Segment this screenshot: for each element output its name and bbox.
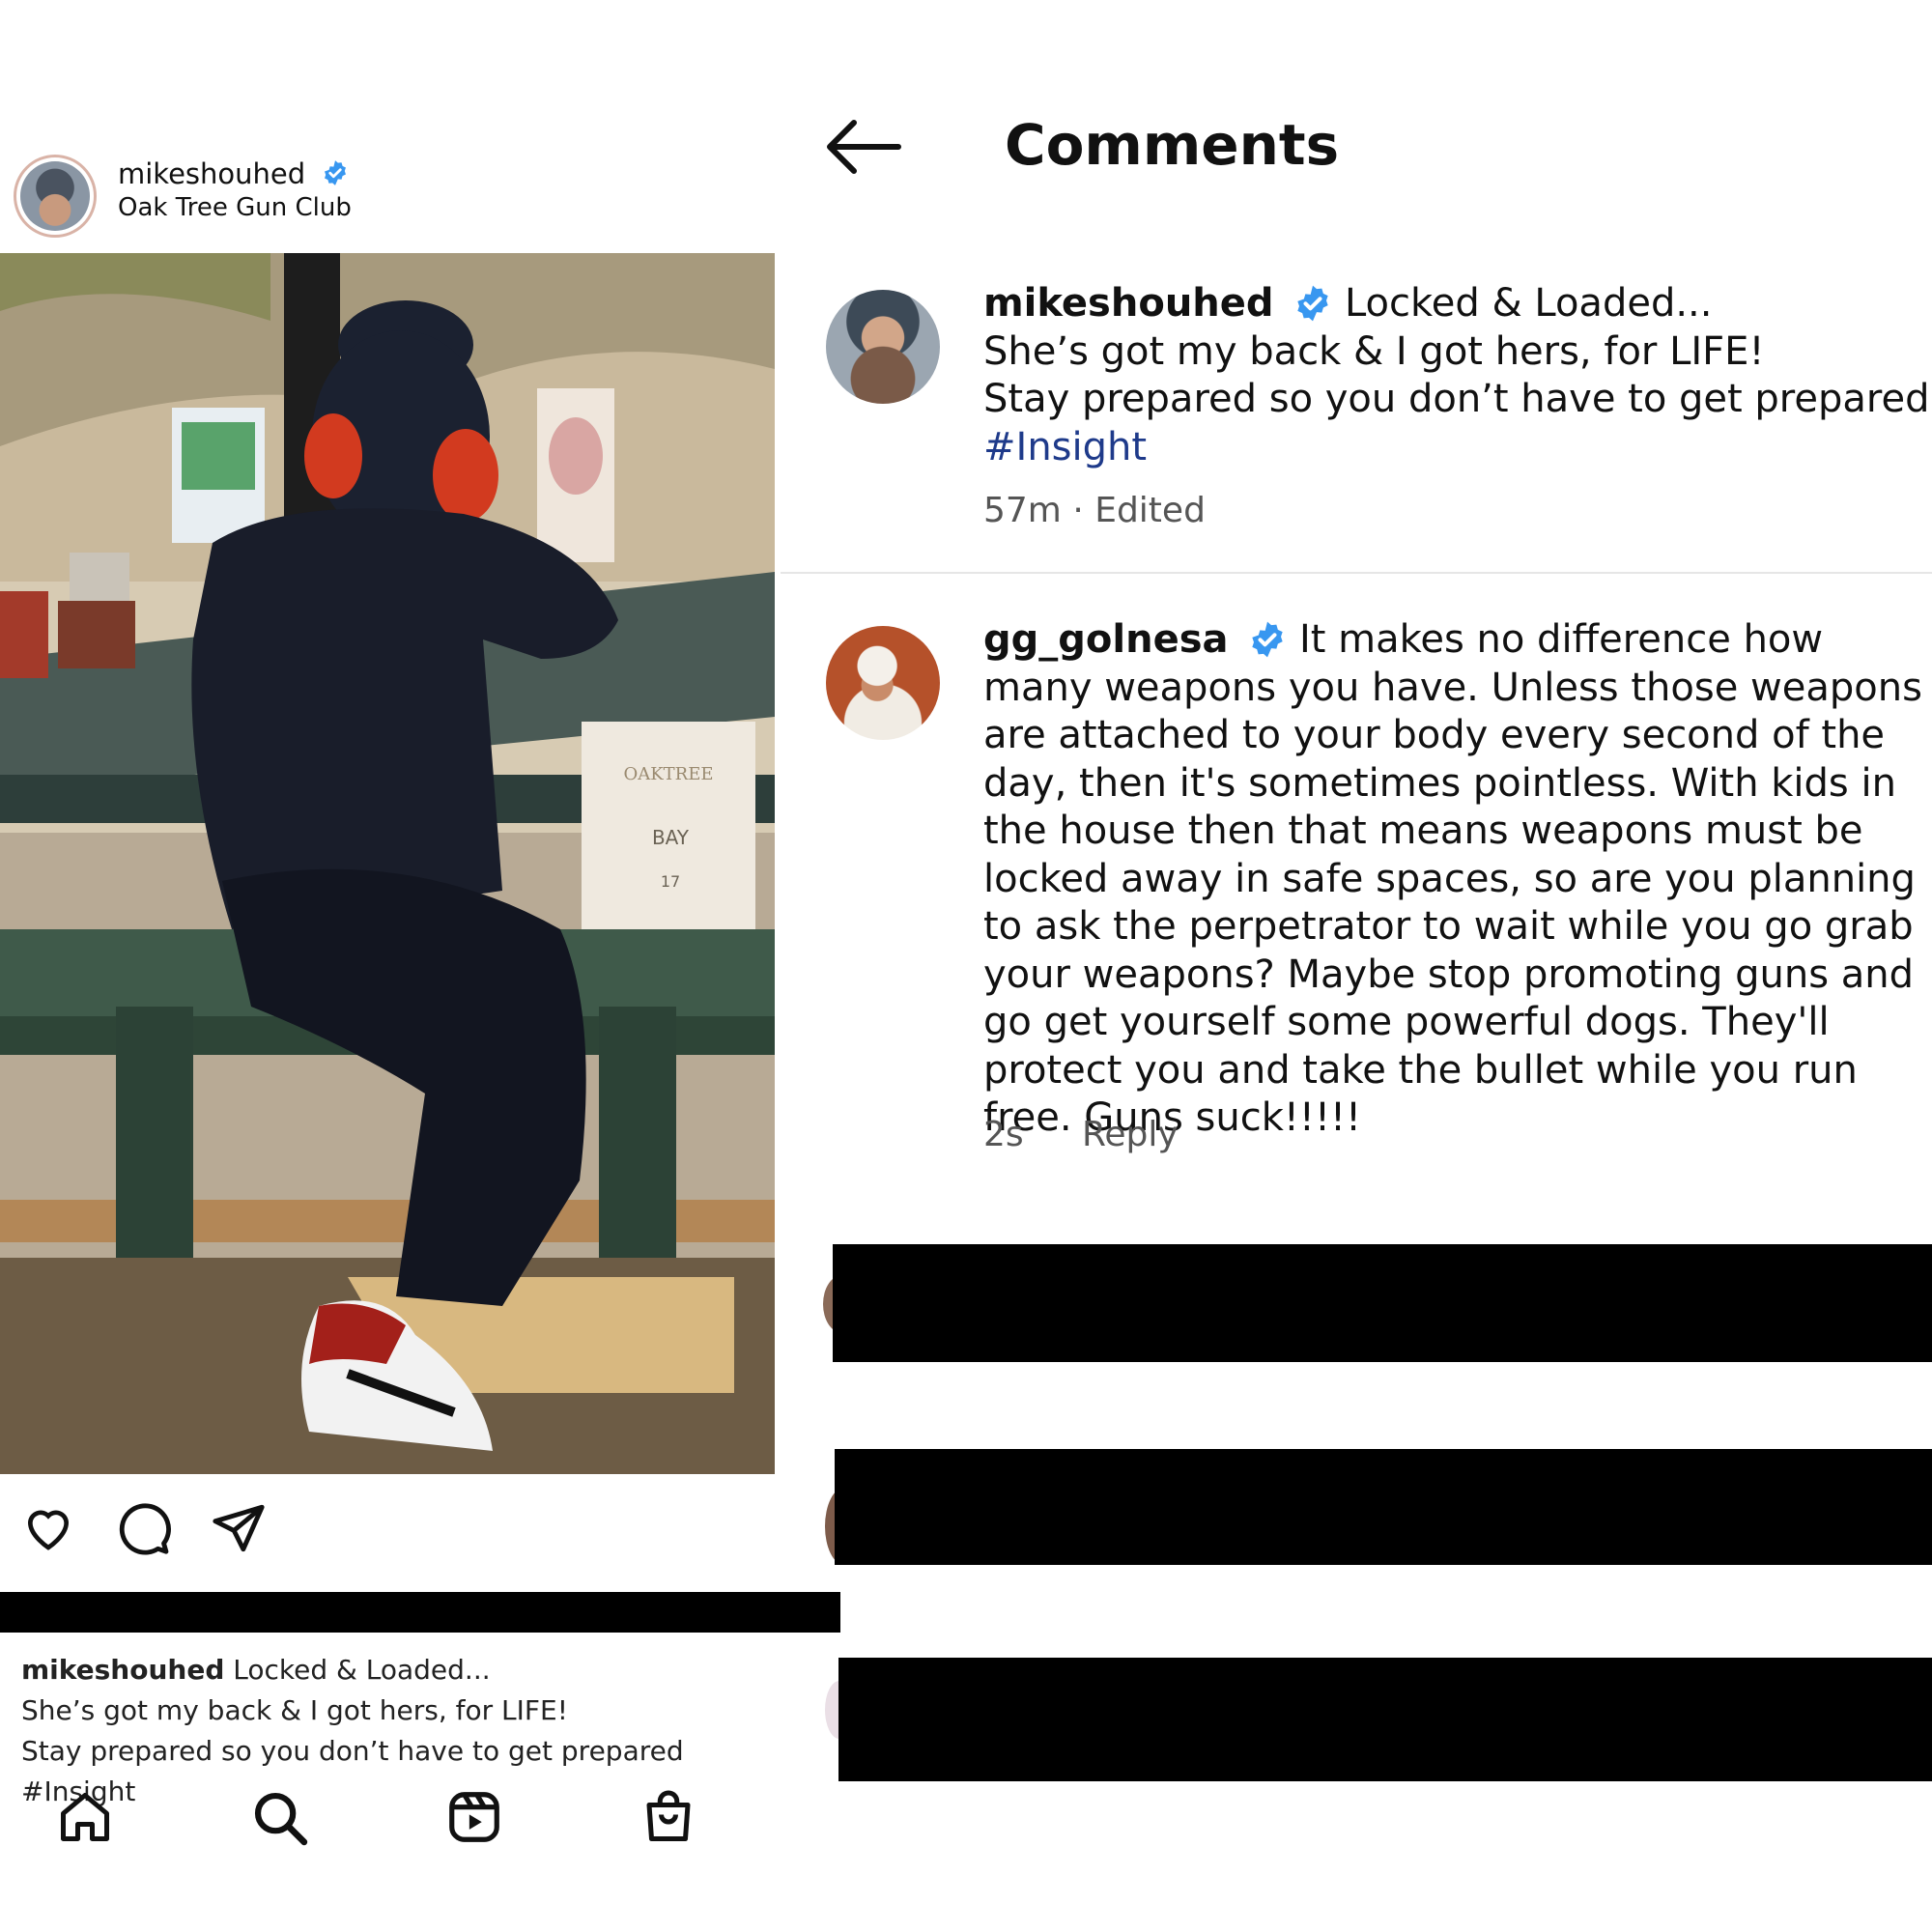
- comment-avatar-gg-golnesa[interactable]: [826, 626, 940, 740]
- nav-shop[interactable]: [639, 1787, 697, 1851]
- post-author-name[interactable]: mikeshouhed: [118, 157, 349, 190]
- nav-home[interactable]: [56, 1787, 114, 1851]
- bottom-nav-bar: [0, 1787, 773, 1864]
- reels-icon: [449, 1792, 499, 1842]
- bay-sign-label: BAY: [652, 826, 690, 849]
- nav-reels[interactable]: [444, 1787, 504, 1851]
- comment-1-meta: 57m · Edited: [983, 491, 1206, 530]
- caption-text-1: Locked & Loaded...: [233, 1654, 491, 1686]
- comment-username[interactable]: gg_golnesa: [983, 617, 1229, 662]
- shop-icon: [646, 1790, 691, 1841]
- comment-button[interactable]: [116, 1500, 172, 1560]
- caption-line-1: mikeshouhed Locked & Loaded...: [21, 1650, 784, 1690]
- bay-sign-number: 17: [661, 872, 680, 891]
- comment-1-line-2: She’s got my back & I got hers, for LIFE…: [983, 328, 1765, 374]
- post-photo[interactable]: OAKTREE BAY 17: [0, 253, 775, 1474]
- redaction-bar-comment-1: [833, 1244, 1932, 1362]
- share-button[interactable]: [211, 1500, 267, 1560]
- comment-avatar-mikeshouhed[interactable]: [826, 290, 940, 404]
- comment-icon: [119, 1503, 171, 1555]
- comment-username[interactable]: mikeshouhed: [983, 281, 1274, 326]
- comment-1-line-3: Stay prepared so you don’t have to get p…: [983, 377, 1930, 421]
- comment-2-time: 2s: [983, 1115, 1024, 1154]
- verified-badge-icon: [1297, 285, 1328, 322]
- nav-search[interactable]: [249, 1787, 309, 1851]
- avatar-image: [20, 161, 90, 231]
- verified-badge-icon: [1252, 621, 1283, 658]
- redaction-bar-comment-3: [838, 1658, 1932, 1781]
- post-photo-illustration: OAKTREE BAY 17: [0, 253, 775, 1474]
- verified-badge-icon: [325, 160, 347, 185]
- comment-1-hashtag[interactable]: #Insight: [983, 424, 1930, 472]
- redaction-bar-comment-2: [835, 1449, 1932, 1565]
- share-icon: [213, 1504, 265, 1552]
- heart-icon: [27, 1510, 70, 1550]
- caption-line-2: She’s got my back & I got hers, for LIFE…: [21, 1694, 568, 1726]
- post-location[interactable]: Oak Tree Gun Club: [118, 193, 352, 222]
- comment-1-line-1: mikeshouhed Locked & Loaded...: [983, 280, 1930, 328]
- back-button[interactable]: [823, 118, 902, 180]
- post-username[interactable]: mikeshouhed: [118, 157, 305, 190]
- post-author-avatar[interactable]: [14, 155, 97, 238]
- comment-body-1: mikeshouhed Locked & Loaded... She’s got…: [983, 280, 1930, 471]
- home-icon: [61, 1793, 109, 1841]
- comments-divider: [781, 572, 1932, 574]
- redaction-bar-likes: [0, 1592, 840, 1633]
- comment-2-text: It makes no difference how many weapons …: [983, 617, 1922, 1140]
- search-icon: [254, 1792, 308, 1846]
- comment-body-2: gg_golnesa It makes no difference how ma…: [983, 616, 1930, 1143]
- like-button[interactable]: [19, 1500, 77, 1558]
- back-arrow-icon: [827, 120, 901, 174]
- comments-title: Comments: [1005, 112, 1340, 178]
- comment-1-text-1: Locked & Loaded...: [1344, 281, 1713, 326]
- reply-button[interactable]: Reply: [1082, 1115, 1179, 1154]
- bay-sign-logo: OAKTREE: [623, 764, 713, 784]
- caption-username[interactable]: mikeshouhed: [21, 1654, 224, 1686]
